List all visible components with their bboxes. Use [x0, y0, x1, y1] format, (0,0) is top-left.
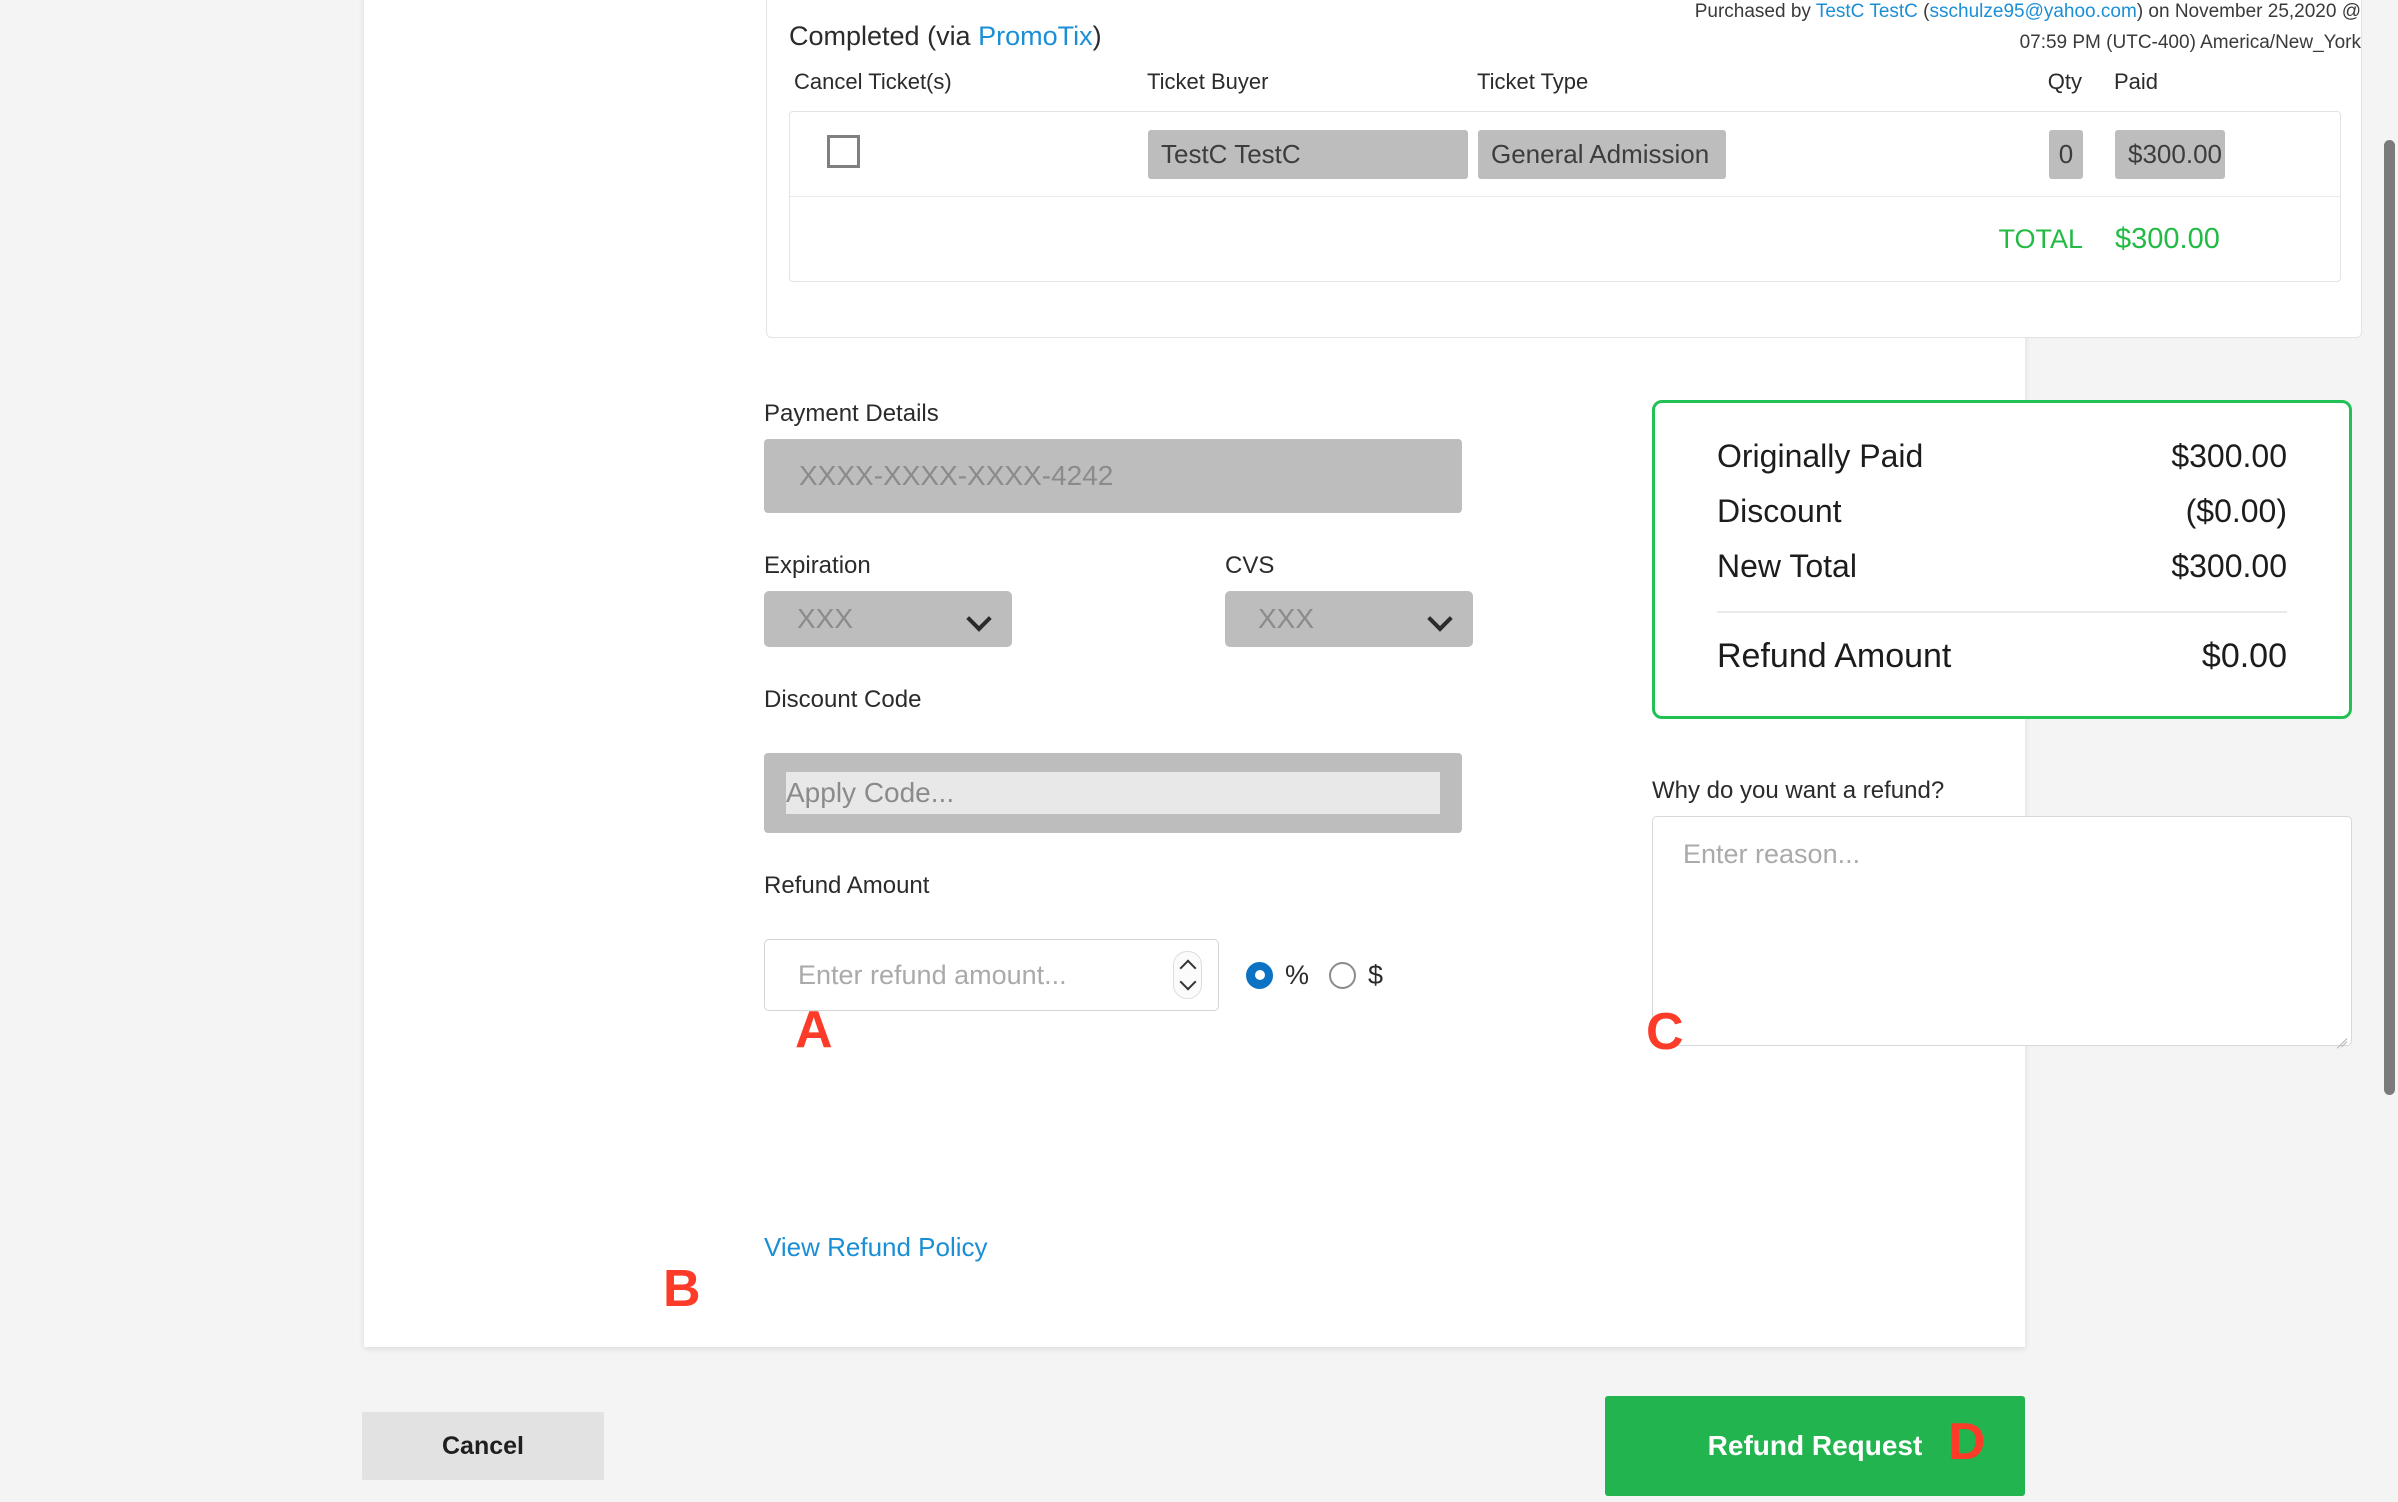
radio-percent-label: % [1285, 959, 1310, 990]
refund-amount-label: Refund Amount [764, 872, 930, 899]
refund-amount-row: Enter refund amount... % $ [764, 939, 1464, 1011]
expiration-select[interactable]: XXX [764, 591, 1012, 647]
summary-label-originally-paid: Originally Paid [1717, 438, 1924, 474]
summary-value-discount: ($0.00) [2185, 493, 2287, 529]
ticket-qty-cell: 0 [1978, 129, 2083, 179]
purchased-by-prefix: Purchased by [1694, 1, 1816, 22]
total-label: TOTAL [1998, 223, 2083, 254]
tickets-table-header: Cancel Ticket(s) Ticket Buyer Ticket Typ… [789, 69, 2341, 111]
refund-modal-panel: Order #11262028722238858 $300.00 No Disc… [364, 0, 2362, 1347]
purchased-by-line: Purchased by TestC TestC (sschulze95@yah… [1561, 0, 2361, 27]
summary-value-new-total: $300.00 [2171, 548, 2287, 584]
cancel-ticket-checkbox[interactable] [827, 135, 860, 168]
resize-handle-icon[interactable] [2333, 1028, 2347, 1042]
cvs-group: CVS XXX [1225, 552, 1473, 647]
refund-amount-group: Refund Amount Enter refund amount... % $ [764, 872, 1464, 1011]
expiration-value: XXX [797, 603, 854, 634]
card-number-placeholder: XXXX-XXXX-XXXX-4242 [799, 460, 1114, 491]
order-summary-card: Order #11262028722238858 $300.00 No Disc… [766, 0, 2362, 338]
cvs-value: XXX [1258, 603, 1315, 634]
radio-percent[interactable] [1246, 961, 1273, 989]
summary-divider [1717, 611, 2287, 613]
column-header-ticket-type: Ticket Type [1477, 69, 1589, 94]
expiration-cvs-row: Expiration XXX CVS XXX [764, 552, 1473, 647]
ticket-buyer-cell: TestC TestC [1148, 129, 1478, 179]
purchaser-email-link[interactable]: sschulze95@yahoo.com [1930, 1, 2137, 22]
ticket-qty-value: 0 [2049, 129, 2083, 179]
summary-row-originally-paid: Originally Paid $300.00 [1717, 438, 2287, 475]
payment-details-section: Payment Details XXXX-XXXX-XXXX-4242 Expi… [764, 400, 1473, 1011]
radio-dollar[interactable] [1329, 961, 1357, 989]
tickets-total-row: TOTAL $300.00 [790, 196, 2340, 281]
purchased-by-open-paren: ( [1917, 1, 1930, 22]
column-header-ticket-buyer: Ticket Buyer [1147, 69, 1269, 94]
order-status-prefix: Completed (via [789, 21, 979, 51]
ticket-type-cell: General Admission [1478, 129, 1978, 179]
discount-code-label: Discount Code [764, 686, 922, 713]
order-meta: Paid by Visa: XXXX-XXXX-XXXX-4242 Purcha… [1561, 0, 2361, 58]
refund-amount-placeholder: Enter refund amount... [798, 959, 1067, 990]
refund-summary-box: Originally Paid $300.00 Discount ($0.00)… [1652, 400, 2352, 719]
summary-row-refund-amount: Refund Amount $0.00 [1717, 637, 2287, 676]
chevron-down-icon [1179, 973, 1196, 991]
radio-dollar-label: $ [1368, 959, 1384, 990]
summary-label-discount: Discount [1717, 493, 1842, 529]
payment-details-label: Payment Details [764, 400, 939, 427]
column-header-cancel-tickets: Cancel Ticket(s) [794, 69, 952, 94]
ticket-type-value: General Admission [1478, 129, 1726, 179]
view-refund-policy-link[interactable]: View Refund Policy [764, 1232, 988, 1263]
discount-code-input[interactable]: Apply Code... [786, 772, 1440, 814]
column-header-paid: Paid [2114, 69, 2159, 94]
purchaser-name-link[interactable]: TestC TestC [1816, 1, 1918, 22]
app-screen: Order #11262028722238858 $300.00 No Disc… [0, 0, 2398, 1502]
number-stepper[interactable] [1173, 951, 1202, 999]
ticket-buyer-value: TestC TestC [1148, 129, 1468, 179]
page-scrollbar-thumb[interactable] [2384, 140, 2395, 1095]
expiration-select-wrap: XXX [764, 591, 1012, 647]
discount-code-group: Discount Code Apply Code... [764, 686, 1464, 833]
summary-label-new-total: New Total [1717, 548, 1857, 584]
tickets-table: Cancel Ticket(s) Ticket Buyer Ticket Typ… [789, 69, 2341, 282]
total-value: $300.00 [2115, 222, 2220, 255]
summary-value-refund-amount: $0.00 [2201, 637, 2287, 675]
refund-reason-label: Why do you want a refund? [1652, 777, 1945, 804]
card-number-field[interactable]: XXXX-XXXX-XXXX-4242 [764, 439, 1462, 513]
expiration-group: Expiration XXX [764, 552, 1012, 647]
summary-row-discount: Discount ($0.00) [1717, 493, 2287, 530]
refund-amount-input[interactable]: Enter refund amount... [764, 939, 1219, 1011]
discount-code-placeholder: Apply Code... [786, 777, 955, 808]
summary-label-refund-amount: Refund Amount [1717, 637, 1952, 675]
cvs-select[interactable]: XXX [1225, 591, 1473, 647]
refund-reason-textarea[interactable]: Enter reason... [1652, 816, 2352, 1046]
summary-row-new-total: New Total $300.00 [1717, 548, 2287, 585]
cvs-label: CVS [1225, 552, 1275, 579]
column-header-qty: Qty [2047, 69, 2082, 94]
expiration-label: Expiration [764, 552, 871, 579]
refund-unit-radio-group: % $ [1246, 960, 1403, 991]
table-row: TestC TestC General Admission 0 $300.00 [790, 112, 2340, 196]
purchased-by-close: ) on November 25,2020 @ [2136, 1, 2361, 22]
purchase-time-line: 07:59 PM (UTC-400) America/New_York [2019, 32, 2361, 53]
order-status-suffix: ) [1092, 21, 1102, 51]
refund-summary-section: Originally Paid $300.00 Discount ($0.00)… [1652, 400, 2352, 1046]
refund-request-button[interactable]: Refund Request [1605, 1396, 2025, 1496]
tickets-table-body: TestC TestC General Admission 0 $300.00 [789, 111, 2341, 282]
cvs-select-wrap: XXX [1225, 591, 1473, 647]
ticket-paid-cell: $300.00 [2083, 129, 2283, 179]
cancel-button[interactable]: Cancel [362, 1412, 604, 1480]
page-scrollbar-track[interactable] [2381, 0, 2398, 1502]
cancel-ticket-cell [790, 135, 1148, 173]
promotix-link[interactable]: PromoTix [978, 21, 1093, 51]
refund-reason-placeholder: Enter reason... [1683, 839, 1861, 869]
ticket-paid-value: $300.00 [2115, 129, 2225, 179]
discount-code-field-wrap: Apply Code... [764, 753, 1462, 833]
summary-value-originally-paid: $300.00 [2171, 438, 2287, 474]
